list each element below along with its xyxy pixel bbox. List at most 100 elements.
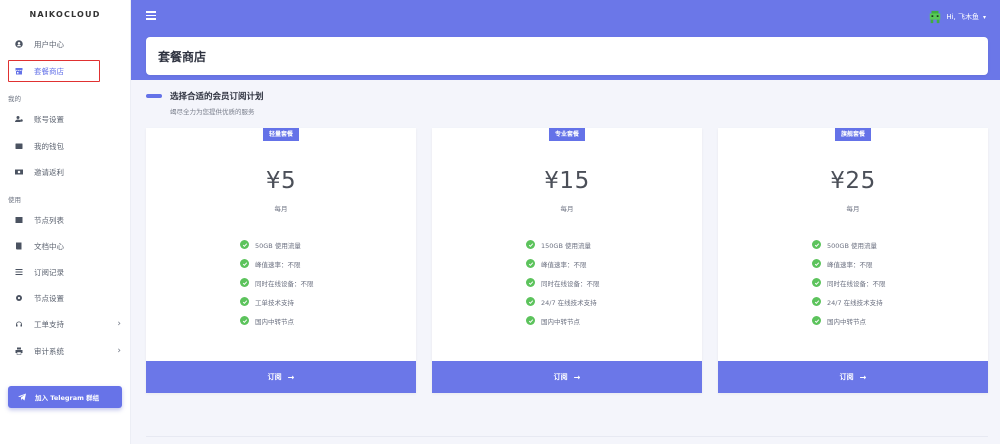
page-title: 套餐商店 <box>158 49 207 64</box>
subscribe-button[interactable]: 订阅 → <box>432 361 702 393</box>
check-circle-icon <box>526 240 535 249</box>
sidebar-item-label: 套餐商店 <box>34 66 64 76</box>
sidebar-item-referral[interactable]: 邀请返利 <box>0 161 131 183</box>
section-label-account: 我的 <box>8 95 21 103</box>
plan-period: 每月 <box>846 205 860 213</box>
feature-item: 峰值速率：不限 <box>240 254 314 273</box>
sidebar-item-user-center[interactable]: 用户中心 <box>0 33 131 55</box>
plan-price: ¥25 <box>830 168 876 194</box>
sidebar-item-label: 文档中心 <box>34 241 64 251</box>
feature-text: 24/7 在线技术支持 <box>541 298 597 307</box>
check-circle-icon <box>812 240 821 249</box>
subscribe-label: 订阅 <box>839 373 854 381</box>
subscribe-label: 订阅 <box>553 373 568 381</box>
feature-item: 国内中转节点 <box>240 311 314 330</box>
check-circle-icon <box>526 259 535 268</box>
plan-card-flagship: 旗舰套餐 ¥25 每月 500GB 使用流量 峰值速率：不限 同时在线设备：不限… <box>718 128 988 393</box>
sidebar-item-label: 我的钱包 <box>34 141 64 151</box>
join-telegram-label: 加入 Telegram 群组 <box>35 394 100 402</box>
chevron-right-icon: › <box>117 319 121 329</box>
book-icon <box>14 242 23 251</box>
section-label-usage: 使用 <box>8 196 21 204</box>
divider <box>146 436 988 437</box>
feature-item: 50GB 使用流量 <box>240 235 314 254</box>
page-title-card: 套餐商店 <box>146 37 988 75</box>
plan-badge: 专业套餐 <box>548 128 586 141</box>
sidebar-item-label: 账号设置 <box>34 114 64 124</box>
sidebar-item-label: 节点设置 <box>34 293 64 303</box>
join-telegram-button[interactable]: 加入 Telegram 群组 <box>8 386 122 408</box>
feature-text: 150GB 使用流量 <box>541 241 591 250</box>
section-subtitle: 竭尽全力为您提供优质的服务 <box>170 108 255 116</box>
check-circle-icon <box>812 297 821 306</box>
list-icon <box>14 216 23 225</box>
plan-card-pro: 专业套餐 ¥15 每月 150GB 使用流量 峰值速率：不限 同时在线设备：不限… <box>432 128 702 393</box>
feature-item: 500GB 使用流量 <box>812 235 886 254</box>
chevron-right-icon: › <box>117 346 121 356</box>
feature-item: 同时在线设备：不限 <box>240 273 314 292</box>
hamburger-menu-icon[interactable] <box>146 11 156 20</box>
check-circle-icon <box>240 259 249 268</box>
feature-text: 24/7 在线技术支持 <box>827 298 883 307</box>
check-circle-icon <box>526 297 535 306</box>
plan-period: 每月 <box>274 205 288 213</box>
headset-icon <box>14 320 23 329</box>
check-circle-icon <box>526 316 535 325</box>
feature-text: 峰值速率：不限 <box>827 260 873 269</box>
check-circle-icon <box>526 278 535 287</box>
feature-item: 国内中转节点 <box>812 311 886 330</box>
sidebar-item-node-settings[interactable]: 节点设置 <box>0 287 131 309</box>
feature-item: 国内中转节点 <box>526 311 600 330</box>
subscribe-button[interactable]: 订阅 → <box>146 361 416 393</box>
feature-text: 工单技术支持 <box>255 298 294 307</box>
user-greeting: Hi, 飞木鱼 <box>946 13 979 21</box>
feature-text: 500GB 使用流量 <box>827 241 877 250</box>
feature-text: 国内中转节点 <box>255 317 294 326</box>
section-title: 选择合适的会员订阅计划 <box>170 92 264 102</box>
sidebar-item-label: 审计系统 <box>34 346 64 356</box>
plan-card-lite: 轻量套餐 ¥5 每月 50GB 使用流量 峰值速率：不限 同时在线设备：不限 工… <box>146 128 416 393</box>
feature-text: 峰值速率：不限 <box>255 260 301 269</box>
brand-logo[interactable]: NAIKOCLOUD <box>0 0 130 30</box>
sidebar: NAIKOCLOUD 用户中心 套餐商店 我的 账号设置 我的钱包 邀请返利 使… <box>0 0 131 444</box>
feature-item: 工单技术支持 <box>240 292 314 311</box>
sidebar-item-subscription-log[interactable]: 订阅记录 <box>0 261 131 283</box>
sidebar-item-ticket-support[interactable]: 工单支持 › <box>0 313 131 335</box>
sidebar-item-label: 工单支持 <box>34 319 64 329</box>
feature-item: 同时在线设备：不限 <box>812 273 886 292</box>
sidebar-item-docs[interactable]: 文档中心 <box>0 235 131 257</box>
feature-text: 50GB 使用流量 <box>255 241 301 250</box>
subscribe-label: 订阅 <box>267 373 282 381</box>
sidebar-item-audit-system[interactable]: 审计系统 › <box>0 340 131 362</box>
subscribe-button[interactable]: 订阅 → <box>718 361 988 393</box>
wallet-icon <box>14 142 23 151</box>
plan-feature-list: 150GB 使用流量 峰值速率：不限 同时在线设备：不限 24/7 在线技术支持… <box>526 235 600 330</box>
avatar <box>930 10 941 24</box>
sidebar-item-node-list[interactable]: 节点列表 <box>0 209 131 231</box>
check-circle-icon <box>240 316 249 325</box>
sidebar-item-store[interactable]: 套餐商店 <box>0 60 131 82</box>
check-circle-icon <box>812 278 821 287</box>
user-menu[interactable]: Hi, 飞木鱼 ▾ <box>928 10 986 24</box>
section-accent-bar <box>146 94 162 98</box>
feature-text: 同时在线设备：不限 <box>255 279 314 288</box>
arrow-right-icon: → <box>573 372 581 382</box>
caret-down-icon: ▾ <box>982 13 986 21</box>
plan-feature-list: 500GB 使用流量 峰值速率：不限 同时在线设备：不限 24/7 在线技术支持… <box>812 235 886 330</box>
feature-text: 国内中转节点 <box>827 317 866 326</box>
gear-icon <box>14 294 23 303</box>
store-icon <box>14 67 23 76</box>
feature-item: 同时在线设备：不限 <box>526 273 600 292</box>
feature-item: 峰值速率：不限 <box>812 254 886 273</box>
plan-badge: 旗舰套餐 <box>834 128 872 141</box>
sidebar-item-label: 订阅记录 <box>34 267 64 277</box>
check-circle-icon <box>812 259 821 268</box>
sidebar-item-account-settings[interactable]: 账号设置 <box>0 108 131 130</box>
sliders-icon <box>14 268 23 277</box>
feature-item: 24/7 在线技术支持 <box>526 292 600 311</box>
plan-feature-list: 50GB 使用流量 峰值速率：不限 同时在线设备：不限 工单技术支持 国内中转节… <box>240 235 314 330</box>
paper-plane-icon <box>18 393 26 401</box>
plan-period: 每月 <box>560 205 574 213</box>
plan-price: ¥15 <box>544 168 590 194</box>
sidebar-item-wallet[interactable]: 我的钱包 <box>0 135 131 157</box>
